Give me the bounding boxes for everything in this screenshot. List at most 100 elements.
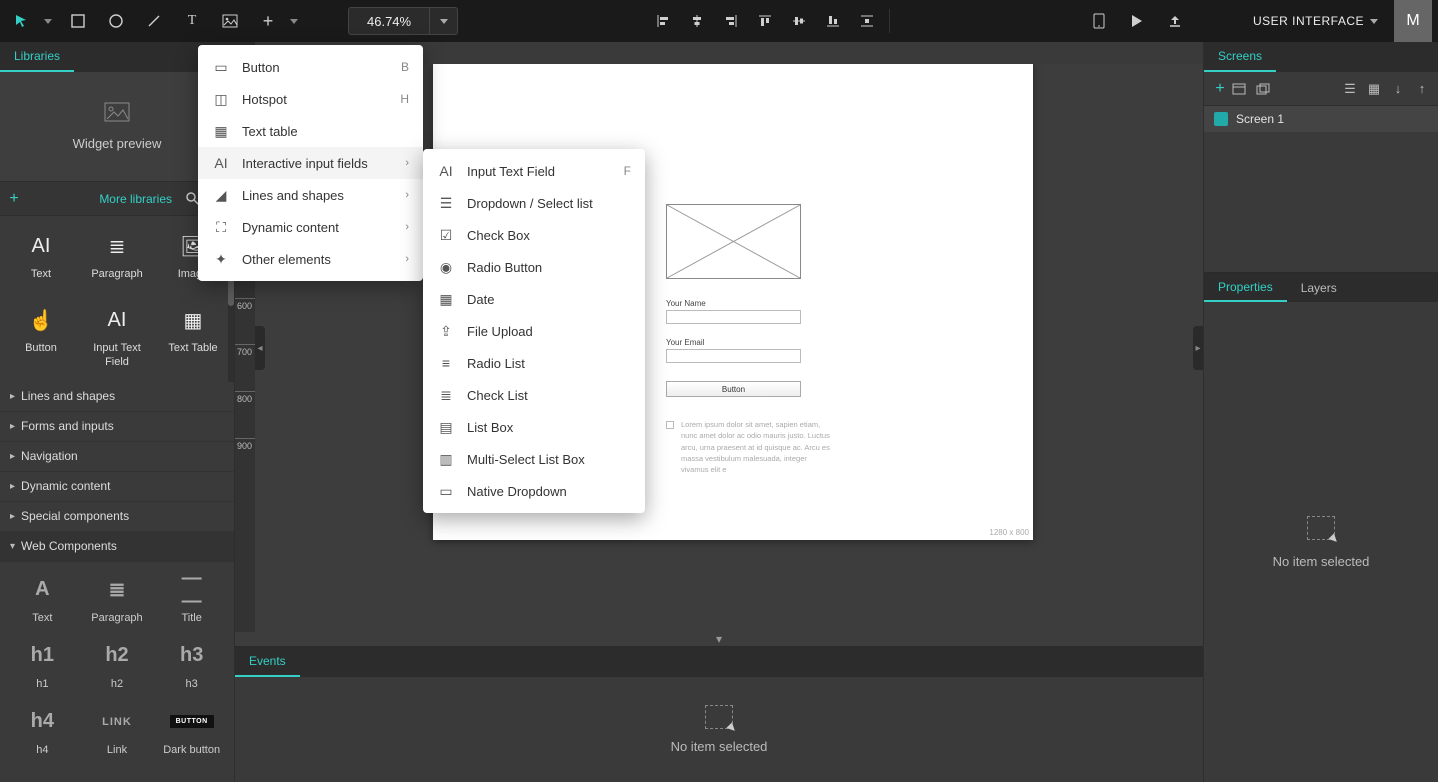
category-navigation[interactable]: ▸Navigation	[0, 442, 234, 472]
wc-paragraph[interactable]: ≣Paragraph	[81, 568, 154, 632]
device-preview[interactable]	[1083, 5, 1115, 37]
wc-title[interactable]: ——Title	[155, 568, 228, 632]
distribute[interactable]	[851, 5, 883, 37]
add-screen-button[interactable]: +	[1208, 80, 1232, 98]
menu-item-date[interactable]: ▦Date	[423, 283, 645, 315]
widget-icon: AI	[32, 232, 51, 260]
menu-item-lines-and-shapes[interactable]: ◢Lines and shapes›	[198, 179, 423, 211]
menu-item-check-list[interactable]: ≣Check List	[423, 379, 645, 411]
zoom-value: 46.74%	[349, 14, 429, 29]
add-tool-dropdown[interactable]	[286, 5, 302, 37]
align-bottom[interactable]	[817, 5, 849, 37]
events-panel: Events No item selected	[235, 646, 1203, 782]
category-special-components[interactable]: ▸Special components	[0, 502, 234, 532]
grid-view-icon[interactable]: ▦	[1362, 81, 1386, 97]
category-dynamic-content[interactable]: ▸Dynamic content	[0, 472, 234, 502]
menu-item-icon: AI	[212, 155, 230, 171]
panel-collapse-left[interactable]: ◂	[255, 326, 265, 370]
screen-item-1[interactable]: Screen 1	[1204, 106, 1438, 132]
menu-item-text-table[interactable]: ▦Text table	[198, 115, 423, 147]
wc-text[interactable]: AText	[6, 568, 79, 632]
lorem-checkbox[interactable]	[666, 421, 674, 429]
menu-item-hotspot[interactable]: ◫HotspotH	[198, 83, 423, 115]
menu-item-dynamic-content[interactable]: ⛶Dynamic content›	[198, 211, 423, 243]
menu-item-file-upload[interactable]: ⇪File Upload	[423, 315, 645, 347]
align-v-center[interactable]	[783, 5, 815, 37]
libraries-tab[interactable]: Libraries	[0, 42, 74, 72]
wc-h4[interactable]: h4h4	[6, 700, 79, 764]
text-tool[interactable]: T	[176, 5, 208, 37]
align-h-center[interactable]	[681, 5, 713, 37]
sort-down-icon[interactable]: ↓	[1386, 81, 1410, 96]
widget-paragraph[interactable]: ≣Paragraph	[80, 224, 154, 296]
widget-text[interactable]: AIText	[4, 224, 78, 296]
image-tool[interactable]	[214, 5, 246, 37]
form-button[interactable]: Button	[666, 381, 801, 397]
menu-item-input-text-field[interactable]: AIInput Text FieldF	[423, 155, 645, 187]
image-placeholder[interactable]	[666, 204, 801, 279]
sort-up-icon[interactable]: ↑	[1410, 81, 1434, 96]
user-avatar[interactable]: M	[1394, 0, 1432, 42]
select-tool-dropdown[interactable]	[40, 5, 56, 37]
widget-input-text-field[interactable]: AIInput Text Field	[80, 298, 154, 378]
menu-item-other-elements[interactable]: ✦Other elements›	[198, 243, 423, 275]
ellipse-tool[interactable]	[100, 5, 132, 37]
wc-icon: ——	[182, 576, 202, 604]
zoom-control[interactable]: 46.74%	[348, 7, 458, 35]
menu-item-dropdown-select-list[interactable]: ☰Dropdown / Select list	[423, 187, 645, 219]
widget-icon: ≣	[109, 232, 126, 260]
events-tab[interactable]: Events	[235, 647, 300, 677]
mode-dropdown[interactable]: USER INTERFACE	[1243, 14, 1388, 28]
menu-item-list-box[interactable]: ▤List Box	[423, 411, 645, 443]
list-view-icon[interactable]: ☰	[1338, 81, 1362, 97]
align-left[interactable]	[647, 5, 679, 37]
add-tool[interactable]: +	[252, 5, 284, 37]
menu-item-icon: ▭	[437, 483, 455, 500]
events-panel-resize[interactable]: ▾	[235, 632, 1203, 646]
menu-item-radio-button[interactable]: ◉Radio Button	[423, 251, 645, 283]
menu-item-icon: ▥	[437, 451, 455, 468]
category-web-components[interactable]: ▾ Web Components	[0, 532, 234, 562]
category-lines-and-shapes[interactable]: ▸Lines and shapes	[0, 382, 234, 412]
menu-item-icon: ▤	[437, 419, 455, 436]
template-icon[interactable]	[1232, 83, 1256, 95]
screens-tab[interactable]: Screens	[1204, 42, 1276, 72]
layers-tab[interactable]: Layers	[1287, 273, 1351, 302]
wc-icon: h1	[31, 642, 54, 670]
wc-dark-button[interactable]: BUTTONDark button	[155, 700, 228, 764]
play-button[interactable]	[1121, 5, 1153, 37]
input-your-name[interactable]	[666, 310, 801, 324]
align-top[interactable]	[749, 5, 781, 37]
menu-item-button[interactable]: ▭ButtonB	[198, 51, 423, 83]
wc-h2[interactable]: h2h2	[81, 634, 154, 698]
chevron-right-icon: ▸	[10, 481, 15, 492]
wc-h3[interactable]: h3h3	[155, 634, 228, 698]
wc-icon: h3	[180, 642, 203, 670]
add-library-button[interactable]: +	[0, 182, 28, 215]
line-tool[interactable]	[138, 5, 170, 37]
align-right[interactable]	[715, 5, 747, 37]
panel-collapse-right[interactable]: ▸	[1193, 326, 1203, 370]
widget-text-table[interactable]: ▦Text Table	[156, 298, 230, 378]
widget-button[interactable]: ☝Button	[4, 298, 78, 378]
category-forms-and-inputs[interactable]: ▸Forms and inputs	[0, 412, 234, 442]
add-menu-interactive-input[interactable]: AIInput Text FieldF☰Dropdown / Select li…	[423, 149, 645, 513]
align-group	[647, 5, 894, 37]
zoom-dropdown[interactable]	[429, 8, 457, 34]
menu-item-check-box[interactable]: ☑Check Box	[423, 219, 645, 251]
menu-item-multi-select-list-box[interactable]: ▥Multi-Select List Box	[423, 443, 645, 475]
menu-item-interactive-input-fields[interactable]: AIInteractive input fields›	[198, 147, 423, 179]
wc-h1[interactable]: h1h1	[6, 634, 79, 698]
duplicate-icon[interactable]	[1256, 83, 1280, 95]
wc-link[interactable]: LINKLink	[81, 700, 154, 764]
add-menu[interactable]: ▭ButtonB◫HotspotH▦Text tableAIInteractiv…	[198, 45, 423, 281]
rectangle-tool[interactable]	[62, 5, 94, 37]
more-libraries-link[interactable]: More libraries	[28, 192, 178, 206]
properties-tab[interactable]: Properties	[1204, 273, 1287, 302]
select-tool[interactable]	[6, 5, 38, 37]
menu-item-radio-list[interactable]: ≡Radio List	[423, 347, 645, 379]
menu-item-native-dropdown[interactable]: ▭Native Dropdown	[423, 475, 645, 507]
selection-icon	[705, 705, 733, 729]
upload-button[interactable]	[1159, 5, 1191, 37]
input-your-email[interactable]	[666, 349, 801, 363]
